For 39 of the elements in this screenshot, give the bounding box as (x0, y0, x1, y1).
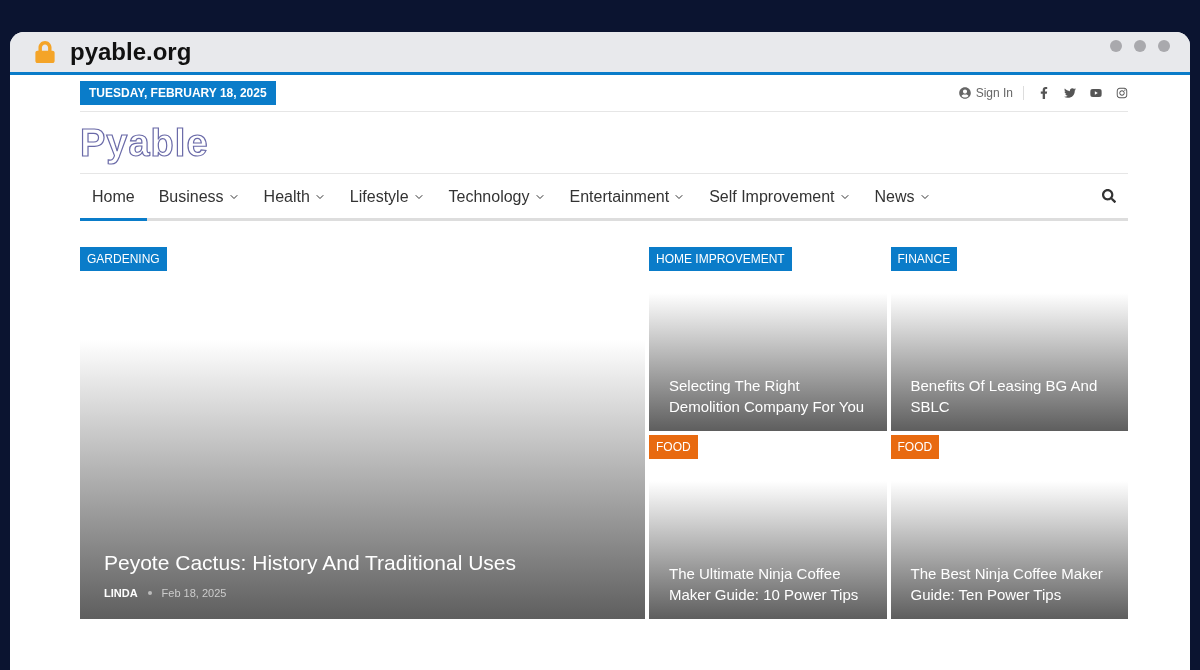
category-tag[interactable]: HOME IMPROVEMENT (649, 247, 792, 271)
article-card[interactable]: FINANCE Benefits Of Leasing BG And SBLC (890, 247, 1128, 431)
nav-item[interactable]: Health (251, 174, 338, 221)
nav-item[interactable]: Technology (436, 174, 558, 221)
article-card[interactable]: FOOD The Best Ninja Coffee Maker Guide: Ten Power Tips (890, 435, 1128, 619)
nav-item[interactable]: Entertainment (557, 174, 698, 221)
article-title[interactable]: Selecting The Right Demolition Company For You (669, 375, 867, 417)
window-dot[interactable] (1110, 40, 1122, 52)
date-badge: TUESDAY, FEBRUARY 18, 2025 (80, 81, 276, 105)
site-logo[interactable]: Pyable (80, 112, 209, 173)
sign-in-link[interactable]: Sign In (958, 86, 1024, 100)
youtube-icon[interactable] (1090, 87, 1102, 99)
author-name[interactable]: LINDA (104, 587, 138, 599)
category-tag[interactable]: GARDENING (80, 247, 167, 271)
article-card[interactable]: GARDENING Peyote Cactus: History And Traditional Uses LINDA Feb 18, 2025 (80, 247, 645, 619)
category-tag[interactable]: FOOD (890, 435, 940, 459)
instagram-icon[interactable] (1116, 87, 1128, 99)
nav-item[interactable]: Business (146, 174, 252, 221)
twitter-icon[interactable] (1064, 87, 1076, 99)
post-date: Feb 18, 2025 (161, 587, 227, 599)
category-tag[interactable]: FINANCE (890, 247, 958, 271)
user-icon (958, 87, 971, 99)
article-title[interactable]: The Best Ninja Coffee Maker Guide: Ten Power Tips (910, 563, 1108, 605)
article-title[interactable]: The Ultimate Ninja Coffee Maker Guide: 10 Power Tips (669, 563, 867, 605)
article-card[interactable]: HOME IMPROVEMENT Selecting The Right Demolition Company For You (649, 247, 887, 431)
url-text[interactable]: pyable.org (70, 38, 1096, 66)
nav-item[interactable]: Self Improvement (697, 174, 863, 221)
article-title[interactable]: Peyote Cactus: History And Traditional Uses (104, 547, 621, 577)
article-title[interactable]: Benefits Of Leasing BG And SBLC (910, 375, 1108, 417)
nav-item[interactable]: Lifestyle (337, 174, 437, 221)
lock-icon (34, 41, 56, 63)
article-card[interactable]: FOOD The Ultimate Ninja Coffee Maker Guide: 10 Power Tips (649, 435, 887, 619)
window-dot[interactable] (1134, 40, 1146, 52)
nav-item[interactable]: Home (80, 174, 147, 221)
facebook-icon[interactable] (1038, 87, 1050, 99)
window-dot[interactable] (1158, 40, 1170, 52)
nav-item[interactable]: News (862, 174, 943, 221)
search-icon[interactable] (1102, 189, 1116, 203)
category-tag[interactable]: FOOD (649, 435, 698, 459)
